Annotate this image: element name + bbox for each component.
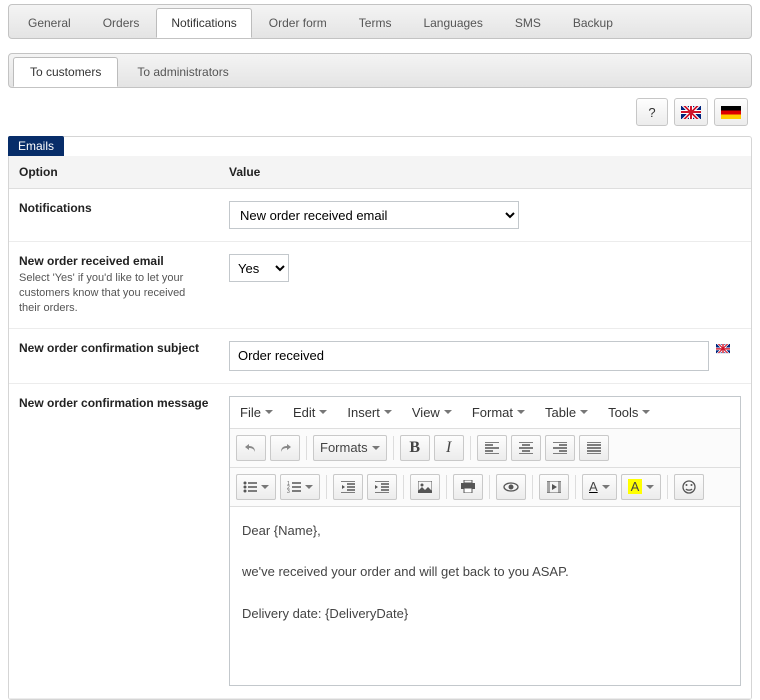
rich-text-editor: File Edit Insert View Format Table Tools…	[229, 396, 741, 686]
align-justify-button[interactable]	[579, 435, 609, 461]
subtab-to-customers[interactable]: To customers	[13, 57, 118, 87]
undo-icon	[244, 441, 258, 455]
row-enable-email: New order received email Select 'Yes' if…	[9, 242, 751, 329]
preview-button[interactable]	[496, 474, 526, 500]
print-icon	[461, 480, 475, 493]
options-table: Option Value Notifications New order rec…	[9, 156, 751, 699]
caret-down-icon	[261, 485, 269, 489]
editor-menubar: File Edit Insert View Format Table Tools	[230, 397, 740, 429]
align-center-icon	[519, 442, 533, 454]
help-button[interactable]: ?	[636, 98, 668, 126]
enable-email-select[interactable]: Yes	[229, 254, 289, 282]
col-value-header: Value	[219, 156, 751, 189]
enable-email-label: New order received email	[19, 254, 164, 268]
menu-tools[interactable]: Tools	[608, 405, 650, 420]
subject-input[interactable]	[229, 341, 709, 371]
indent-button[interactable]	[367, 474, 397, 500]
eye-icon	[503, 482, 519, 492]
enable-email-desc: Select 'Yes' if you'd like to let your c…	[19, 271, 209, 316]
outdent-icon	[341, 481, 355, 493]
bullet-list-icon	[243, 481, 257, 493]
text-color-button[interactable]: A	[582, 474, 617, 500]
tab-languages[interactable]: Languages	[408, 8, 497, 38]
print-button[interactable]	[453, 474, 483, 500]
caret-down-icon	[646, 485, 654, 489]
language-de-button[interactable]	[714, 98, 748, 126]
top-right-controls: ?	[8, 98, 748, 126]
notifications-select[interactable]: New order received email	[229, 201, 519, 229]
align-justify-icon	[587, 442, 601, 454]
bold-button[interactable]: B	[400, 435, 430, 461]
menu-file[interactable]: File	[240, 405, 273, 420]
caret-down-icon	[602, 485, 610, 489]
undo-button[interactable]	[236, 435, 266, 461]
col-option-header: Option	[9, 156, 219, 189]
editor-body[interactable]: Dear {Name}, we've received your order a…	[230, 507, 740, 685]
number-list-button[interactable]: 123	[280, 474, 320, 500]
tab-general[interactable]: General	[13, 8, 86, 38]
align-right-icon	[553, 442, 567, 454]
align-right-button[interactable]	[545, 435, 575, 461]
tab-backup[interactable]: Backup	[558, 8, 628, 38]
redo-icon	[278, 441, 292, 455]
svg-text:3: 3	[287, 489, 290, 493]
smiley-icon	[682, 480, 696, 494]
flag-gb-icon	[681, 106, 701, 119]
tab-sms[interactable]: SMS	[500, 8, 556, 38]
editor-line: we've received your order and will get b…	[242, 562, 728, 582]
italic-button[interactable]: I	[434, 435, 464, 461]
outdent-button[interactable]	[333, 474, 363, 500]
row-message: New order confirmation message File Edit…	[9, 383, 751, 698]
indent-icon	[375, 481, 389, 493]
editor-toolbar-2: 123 A A	[230, 468, 740, 507]
caret-down-icon	[580, 410, 588, 414]
tab-orders[interactable]: Orders	[88, 8, 155, 38]
flag-gb-icon	[716, 344, 730, 353]
sub-tabbar: To customers To administrators	[8, 53, 752, 88]
row-notifications: Notifications New order received email	[9, 189, 751, 242]
align-left-icon	[485, 442, 499, 454]
media-icon	[547, 481, 561, 493]
bullet-list-button[interactable]	[236, 474, 276, 500]
language-en-button[interactable]	[674, 98, 708, 126]
caret-down-icon	[265, 410, 273, 414]
caret-down-icon	[444, 410, 452, 414]
caret-down-icon	[372, 446, 380, 450]
number-list-icon: 123	[287, 481, 301, 493]
media-button[interactable]	[539, 474, 569, 500]
caret-down-icon	[305, 485, 313, 489]
tab-notifications[interactable]: Notifications	[156, 8, 251, 38]
message-label: New order confirmation message	[9, 383, 219, 698]
menu-insert[interactable]: Insert	[347, 405, 392, 420]
redo-button[interactable]	[270, 435, 300, 461]
flag-de-icon	[721, 106, 741, 119]
editor-toolbar-1: Formats B I	[230, 429, 740, 468]
align-left-button[interactable]	[477, 435, 507, 461]
caret-down-icon	[517, 410, 525, 414]
editor-line: Dear {Name},	[242, 521, 728, 541]
tab-terms[interactable]: Terms	[344, 8, 407, 38]
caret-down-icon	[319, 410, 327, 414]
caret-down-icon	[642, 410, 650, 414]
subject-label: New order confirmation subject	[9, 328, 219, 383]
menu-view[interactable]: View	[412, 405, 452, 420]
emails-panel: Emails Option Value Notifications New or…	[8, 136, 752, 700]
editor-line: Delivery date: {DeliveryDate}	[242, 604, 728, 624]
emoji-button[interactable]	[674, 474, 704, 500]
align-center-button[interactable]	[511, 435, 541, 461]
menu-format[interactable]: Format	[472, 405, 525, 420]
background-color-button[interactable]: A	[621, 474, 662, 500]
notifications-label: Notifications	[9, 189, 219, 242]
image-button[interactable]	[410, 474, 440, 500]
menu-edit[interactable]: Edit	[293, 405, 327, 420]
menu-table[interactable]: Table	[545, 405, 588, 420]
row-subject: New order confirmation subject	[9, 328, 751, 383]
subtab-to-administrators[interactable]: To administrators	[120, 57, 245, 87]
formats-dropdown[interactable]: Formats	[313, 435, 387, 461]
image-icon	[418, 481, 432, 493]
tab-order-form[interactable]: Order form	[254, 8, 342, 38]
caret-down-icon	[384, 410, 392, 414]
emails-panel-title: Emails	[8, 136, 64, 156]
main-tabbar: General Orders Notifications Order form …	[8, 4, 752, 39]
